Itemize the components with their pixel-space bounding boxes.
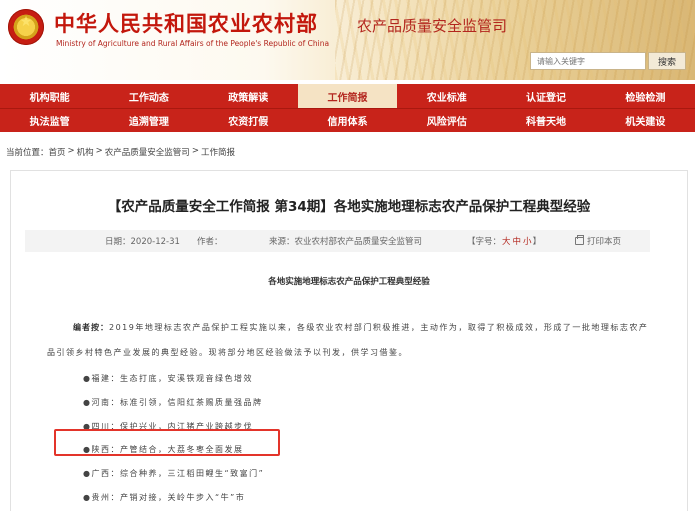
font-size-medium[interactable]: 中 — [513, 237, 522, 247]
nav-item-traceability[interactable]: 追溯管理 — [99, 109, 198, 132]
breadcrumb-home[interactable]: 首页 — [49, 146, 66, 158]
breadcrumb-separator: > — [191, 146, 199, 156]
nav-item-anti-counterfeit[interactable]: 农资打假 — [199, 109, 298, 132]
nav-item-enforcement[interactable]: 执法监管 — [0, 109, 99, 132]
article-date: 日期：2020-12-31 — [105, 237, 180, 247]
nav-row-1: 机构职能 工作动态 政策解读 工作简报 农业标准 认证登记 检验检测 — [0, 84, 695, 108]
breadcrumb-prefix: 当前位置： — [6, 148, 49, 158]
list-item[interactable]: ●福建：生态打底，安溪铁观音绿色增效 — [83, 373, 253, 384]
editor-note-line-1: 编者按：2019年地理标志农产品保护工程实施以来，各级农业农村部门积极推进，主动… — [73, 322, 648, 333]
nav-item-policy[interactable]: 政策解读 — [199, 84, 298, 108]
editor-note-line-2: 品引领乡村特色产业发展的典型经验。现将部分地区经验做法予以刊发，供学习借鉴。 — [47, 348, 408, 357]
font-size-small[interactable]: 小 — [523, 237, 532, 247]
nav-row-2: 执法监管 追溯管理 农资打假 信用体系 风险评估 科普天地 机关建设 — [0, 108, 695, 132]
site-subtitle: Ministry of Agriculture and Rural Affair… — [56, 39, 330, 48]
nav-item-risk[interactable]: 风险评估 — [397, 109, 496, 132]
search-button[interactable]: 搜索 — [648, 52, 686, 70]
nav-item-work-brief[interactable]: 工作简报 — [297, 84, 398, 108]
article-author: 作者： — [197, 237, 223, 247]
font-size-control: 【字号：大中小】 — [467, 235, 541, 247]
site-header: 中华人民共和国农业农村部 Ministry of Agriculture and… — [0, 0, 695, 80]
nav-item-work-news[interactable]: 工作动态 — [99, 84, 198, 108]
list-item[interactable]: ●贵州：产销对接，关岭牛步入“牛”市 — [83, 492, 245, 503]
nav-item-organization[interactable]: 机关建设 — [596, 109, 695, 132]
breadcrumb-separator: > — [67, 146, 75, 156]
editor-note-label: 编者按： — [73, 323, 109, 332]
print-label: 打印本页 — [587, 237, 622, 247]
font-size-suffix: 】 — [532, 237, 542, 247]
breadcrumb: 当前位置： 首页 > 机构 > 农产品质量安全监管司 > 工作简报 — [6, 146, 235, 158]
search-input[interactable] — [530, 52, 646, 70]
editor-note-text-1: 2019年地理标志农产品保护工程实施以来，各级农业农村部门积极推进，主动作为，取… — [109, 323, 649, 332]
section-title[interactable]: 农产品质量安全监管司 — [357, 15, 507, 36]
document-heading: 各地实施地理标志农产品保护工程典型经验 — [268, 277, 430, 287]
nav-item-standards[interactable]: 农业标准 — [397, 84, 496, 108]
site-title[interactable]: 中华人民共和国农业农村部 — [54, 8, 318, 38]
article-title: 【农产品质量安全工作简报 第34期】各地实施地理标志农产品保护工程典型经验 — [107, 199, 591, 215]
breadcrumb-work-brief[interactable]: 工作简报 — [201, 146, 235, 158]
article-panel: 【农产品质量安全工作简报 第34期】各地实施地理标志农产品保护工程典型经验 日期… — [10, 170, 688, 511]
article-meta-bar: 日期：2020-12-31 作者： 来源：农业农村部农产品质量安全监管司 【字号… — [25, 230, 650, 252]
printer-icon — [575, 235, 584, 245]
breadcrumb-department[interactable]: 农产品质量安全监管司 — [105, 146, 190, 158]
nav-item-credit[interactable]: 信用体系 — [298, 109, 397, 132]
font-size-label: 【字号： — [467, 237, 502, 247]
highlight-box — [54, 429, 280, 456]
font-size-large[interactable]: 大 — [502, 237, 511, 247]
nav-item-science[interactable]: 科普天地 — [496, 109, 595, 132]
nav-item-certification[interactable]: 认证登记 — [496, 84, 595, 108]
print-button[interactable]: 打印本页 — [575, 235, 621, 247]
breadcrumb-institution[interactable]: 机构 — [77, 146, 94, 158]
nav-item-testing[interactable]: 检验检测 — [596, 84, 695, 108]
breadcrumb-separator: > — [95, 146, 103, 156]
article-source: 来源：农业农村部农产品质量安全监管司 — [269, 237, 423, 247]
main-navigation: 机构职能 工作动态 政策解读 工作简报 农业标准 认证登记 检验检测 执法监管 … — [0, 84, 695, 132]
list-item[interactable]: ●广西：综合种养，三江稻田鲤生“致富门” — [83, 468, 264, 479]
national-emblem-icon — [8, 9, 44, 45]
list-item[interactable]: ●河南：标准引领，信阳红茶赐质量强品牌 — [83, 397, 262, 408]
nav-item-institution[interactable]: 机构职能 — [0, 84, 99, 108]
